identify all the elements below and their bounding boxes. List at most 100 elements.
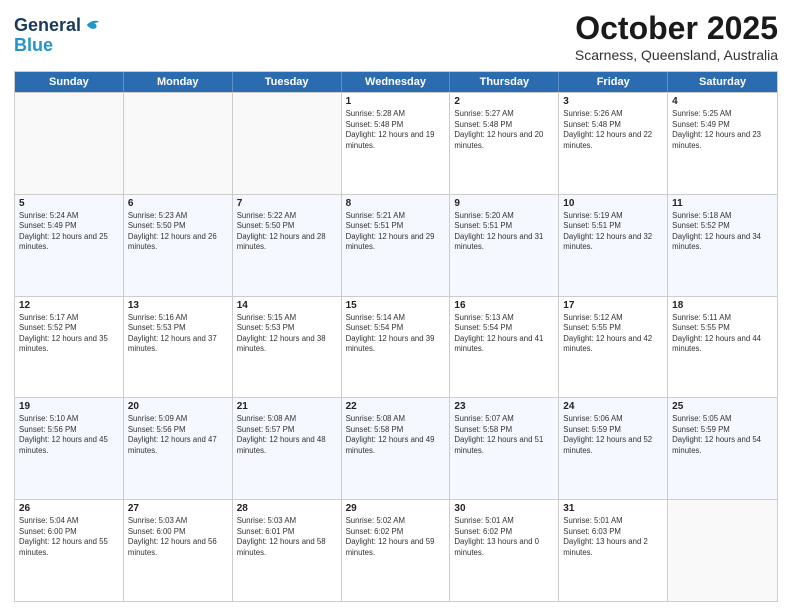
calendar-cell: 25 Sunrise: 5:05 AMSunset: 5:59 PMDayligh… <box>668 398 777 499</box>
weekday-header-wednesday: Wednesday <box>342 72 451 92</box>
cell-sun-info: Sunrise: 5:13 AMSunset: 5:54 PMDaylight:… <box>454 313 554 355</box>
cell-day-number: 12 <box>19 300 119 311</box>
cell-day-number: 4 <box>672 96 773 107</box>
calendar-cell <box>233 93 342 194</box>
cell-day-number: 13 <box>128 300 228 311</box>
cell-day-number: 22 <box>346 401 446 412</box>
cell-sun-info: Sunrise: 5:22 AMSunset: 5:50 PMDaylight:… <box>237 211 337 253</box>
calendar-cell: 29Sunrise: 5:02 AMSunset: 6:02 PMDayligh… <box>342 500 451 601</box>
cell-day-number: 8 <box>346 198 446 209</box>
cell-day-number: 3 <box>563 96 663 107</box>
cell-sun-info: Sunrise: 5:03 AMSunset: 6:00 PMDaylight:… <box>128 516 228 558</box>
cell-sun-info: Sunrise: 5:04 AMSunset: 6:00 PMDaylight:… <box>19 516 119 558</box>
cell-sun-info: Sunrise: 5:14 AMSunset: 5:54 PMDaylight:… <box>346 313 446 355</box>
calendar-cell: 31 Sunrise: 5:01 AMSunset: 6:03 PMDayligh… <box>559 500 668 601</box>
cell-day-number: 17 <box>563 300 663 311</box>
logo-blue: Blue <box>14 36 53 54</box>
cell-sun-info: Sunrise: 5:17 AMSunset: 5:52 PMDaylight:… <box>19 313 119 355</box>
weekday-header-tuesday: Tuesday <box>233 72 342 92</box>
cell-day-number: 26 <box>19 503 119 514</box>
calendar-cell: 13 Sunrise: 5:16 AMSunset: 5:53 PMDayligh… <box>124 297 233 398</box>
cell-sun-info: Sunrise: 5:02 AMSunset: 6:02 PMDaylight:… <box>346 516 446 558</box>
calendar-cell: 7 Sunrise: 5:22 AMSunset: 5:50 PMDaylight… <box>233 195 342 296</box>
calendar-cell: 19Sunrise: 5:10 AMSunset: 5:56 PMDayligh… <box>15 398 124 499</box>
cell-sun-info: Sunrise: 5:20 AMSunset: 5:51 PMDaylight:… <box>454 211 554 253</box>
cell-day-number: 31 <box>563 503 663 514</box>
title-block: October 2025 Scarness, Queensland, Austr… <box>575 10 778 63</box>
calendar-header: SundayMondayTuesdayWednesdayThursdayFrid… <box>15 72 777 92</box>
cell-day-number: 24 <box>563 401 663 412</box>
cell-sun-info: Sunrise: 5:07 AMSunset: 5:58 PMDaylight:… <box>454 414 554 456</box>
cell-sun-info: Sunrise: 5:16 AMSunset: 5:53 PMDaylight:… <box>128 313 228 355</box>
cell-sun-info: Sunrise: 5:25 AMSunset: 5:49 PMDaylight:… <box>672 109 773 151</box>
calendar-body: 1Sunrise: 5:28 AMSunset: 5:48 PMDaylight… <box>15 92 777 601</box>
calendar-row: 12 Sunrise: 5:17 AMSunset: 5:52 PMDayligh… <box>15 296 777 398</box>
cell-sun-info: Sunrise: 5:11 AMSunset: 5:55 PMDaylight:… <box>672 313 773 355</box>
cell-sun-info: Sunrise: 5:01 AMSunset: 6:02 PMDaylight:… <box>454 516 554 558</box>
calendar-cell: 4 Sunrise: 5:25 AMSunset: 5:49 PMDaylight… <box>668 93 777 194</box>
calendar-cell <box>124 93 233 194</box>
cell-day-number: 10 <box>563 198 663 209</box>
calendar-cell: 18 Sunrise: 5:11 AMSunset: 5:55 PMDayligh… <box>668 297 777 398</box>
calendar-cell: 27 Sunrise: 5:03 AMSunset: 6:00 PMDayligh… <box>124 500 233 601</box>
calendar-cell: 26 Sunrise: 5:04 AMSunset: 6:00 PMDayligh… <box>15 500 124 601</box>
cell-sun-info: Sunrise: 5:10 AMSunset: 5:56 PMDaylight:… <box>19 414 119 456</box>
calendar-cell: 11 Sunrise: 5:18 AMSunset: 5:52 PMDayligh… <box>668 195 777 296</box>
calendar-cell: 22 Sunrise: 5:08 AMSunset: 5:58 PMDayligh… <box>342 398 451 499</box>
calendar-cell: 28 Sunrise: 5:03 AMSunset: 6:01 PMDayligh… <box>233 500 342 601</box>
cell-sun-info: Sunrise: 5:18 AMSunset: 5:52 PMDaylight:… <box>672 211 773 253</box>
cell-day-number: 21 <box>237 401 337 412</box>
cell-day-number: 2 <box>454 96 554 107</box>
calendar-cell: 6 Sunrise: 5:23 AMSunset: 5:50 PMDaylight… <box>124 195 233 296</box>
calendar-cell: 2 Sunrise: 5:27 AMSunset: 5:48 PMDaylight… <box>450 93 559 194</box>
calendar-cell: 3Sunrise: 5:26 AMSunset: 5:48 PMDaylight… <box>559 93 668 194</box>
cell-sun-info: Sunrise: 5:08 AMSunset: 5:58 PMDaylight:… <box>346 414 446 456</box>
page: General Blue October 2025 Scarness, Quee… <box>0 0 792 612</box>
calendar-cell: 16 Sunrise: 5:13 AMSunset: 5:54 PMDayligh… <box>450 297 559 398</box>
weekday-header-thursday: Thursday <box>450 72 559 92</box>
cell-day-number: 27 <box>128 503 228 514</box>
cell-day-number: 16 <box>454 300 554 311</box>
cell-sun-info: Sunrise: 5:01 AMSunset: 6:03 PMDaylight:… <box>563 516 663 558</box>
weekday-header-saturday: Saturday <box>668 72 777 92</box>
weekday-header-friday: Friday <box>559 72 668 92</box>
calendar-cell: 24 Sunrise: 5:06 AMSunset: 5:59 PMDayligh… <box>559 398 668 499</box>
cell-day-number: 5 <box>19 198 119 209</box>
month-title: October 2025 <box>575 10 778 47</box>
cell-sun-info: Sunrise: 5:03 AMSunset: 6:01 PMDaylight:… <box>237 516 337 558</box>
cell-day-number: 30 <box>454 503 554 514</box>
calendar-cell: 17 Sunrise: 5:12 AMSunset: 5:55 PMDayligh… <box>559 297 668 398</box>
cell-day-number: 28 <box>237 503 337 514</box>
cell-sun-info: Sunrise: 5:12 AMSunset: 5:55 PMDaylight:… <box>563 313 663 355</box>
cell-day-number: 6 <box>128 198 228 209</box>
calendar-cell <box>15 93 124 194</box>
calendar-cell: 5 Sunrise: 5:24 AMSunset: 5:49 PMDaylight… <box>15 195 124 296</box>
cell-day-number: 11 <box>672 198 773 209</box>
weekday-header-monday: Monday <box>124 72 233 92</box>
calendar-cell: 10Sunrise: 5:19 AMSunset: 5:51 PMDayligh… <box>559 195 668 296</box>
calendar: SundayMondayTuesdayWednesdayThursdayFrid… <box>14 71 778 602</box>
cell-day-number: 18 <box>672 300 773 311</box>
calendar-cell: 14Sunrise: 5:15 AMSunset: 5:53 PMDayligh… <box>233 297 342 398</box>
cell-day-number: 9 <box>454 198 554 209</box>
cell-day-number: 15 <box>346 300 446 311</box>
calendar-cell: 15 Sunrise: 5:14 AMSunset: 5:54 PMDayligh… <box>342 297 451 398</box>
cell-sun-info: Sunrise: 5:21 AMSunset: 5:51 PMDaylight:… <box>346 211 446 253</box>
calendar-row: 19Sunrise: 5:10 AMSunset: 5:56 PMDayligh… <box>15 397 777 499</box>
cell-day-number: 23 <box>454 401 554 412</box>
calendar-cell: 30 Sunrise: 5:01 AMSunset: 6:02 PMDayligh… <box>450 500 559 601</box>
cell-day-number: 7 <box>237 198 337 209</box>
calendar-row: 26 Sunrise: 5:04 AMSunset: 6:00 PMDayligh… <box>15 499 777 601</box>
weekday-header-sunday: Sunday <box>15 72 124 92</box>
cell-day-number: 25 <box>672 401 773 412</box>
cell-sun-info: Sunrise: 5:05 AMSunset: 5:59 PMDaylight:… <box>672 414 773 456</box>
cell-sun-info: Sunrise: 5:24 AMSunset: 5:49 PMDaylight:… <box>19 211 119 253</box>
cell-day-number: 20 <box>128 401 228 412</box>
logo-general: General <box>14 16 81 34</box>
cell-sun-info: Sunrise: 5:06 AMSunset: 5:59 PMDaylight:… <box>563 414 663 456</box>
cell-sun-info: Sunrise: 5:23 AMSunset: 5:50 PMDaylight:… <box>128 211 228 253</box>
cell-sun-info: Sunrise: 5:27 AMSunset: 5:48 PMDaylight:… <box>454 109 554 151</box>
calendar-cell: 23 Sunrise: 5:07 AMSunset: 5:58 PMDayligh… <box>450 398 559 499</box>
calendar-cell: 1Sunrise: 5:28 AMSunset: 5:48 PMDaylight… <box>342 93 451 194</box>
cell-day-number: 1 <box>346 96 446 107</box>
